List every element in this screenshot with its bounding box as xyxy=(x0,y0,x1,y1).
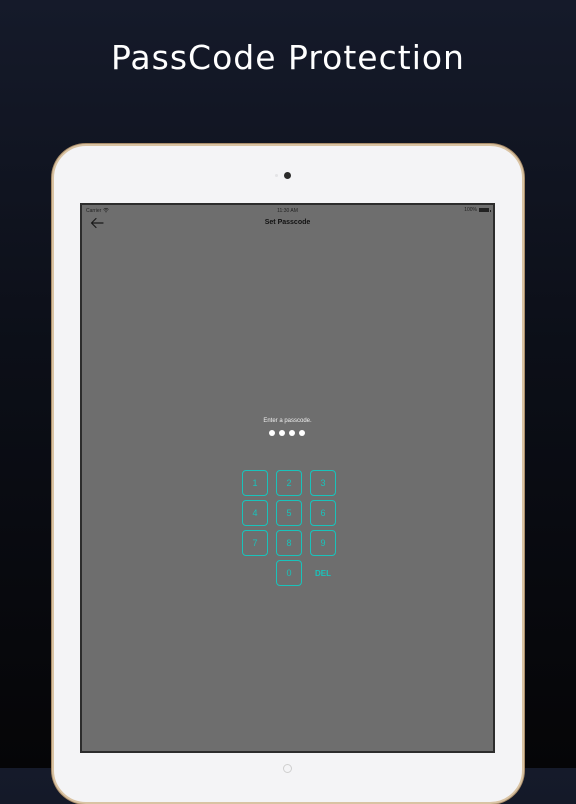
battery-icon xyxy=(479,208,491,212)
status-time: 11:30 AM xyxy=(277,208,298,214)
keypad-key-0[interactable]: 0 xyxy=(276,560,302,586)
battery-status: 100% xyxy=(464,207,491,213)
passcode-dots xyxy=(269,430,305,436)
passcode-dot xyxy=(289,430,295,436)
keypad-key-1[interactable]: 1 xyxy=(242,470,268,496)
delete-button[interactable]: DEL xyxy=(310,560,336,586)
app-screen: Carrier 11:30 AM 100% Set Passcode Enter… xyxy=(80,203,495,753)
passcode-dot xyxy=(299,430,305,436)
keypad-key-7[interactable]: 7 xyxy=(242,530,268,556)
keypad-key-9[interactable]: 9 xyxy=(310,530,336,556)
promo-headline: PassCode Protection xyxy=(111,38,465,77)
keypad-key-2[interactable]: 2 xyxy=(276,470,302,496)
keypad-key-3[interactable]: 3 xyxy=(310,470,336,496)
keypad-key-4[interactable]: 4 xyxy=(242,500,268,526)
battery-percent: 100% xyxy=(464,207,477,213)
front-camera xyxy=(284,172,291,179)
passcode-dot xyxy=(279,430,285,436)
sensor-dot xyxy=(275,174,278,177)
nav-title: Set Passcode xyxy=(264,219,311,226)
passcode-dot xyxy=(269,430,275,436)
keypad-key-5[interactable]: 5 xyxy=(276,500,302,526)
passcode-prompt: Enter a passcode. xyxy=(263,418,312,424)
status-bar: Carrier 11:30 AM 100% xyxy=(82,205,493,216)
keypad-key-8[interactable]: 8 xyxy=(276,530,302,556)
home-button[interactable] xyxy=(283,764,292,773)
keypad-key-6[interactable]: 6 xyxy=(310,500,336,526)
